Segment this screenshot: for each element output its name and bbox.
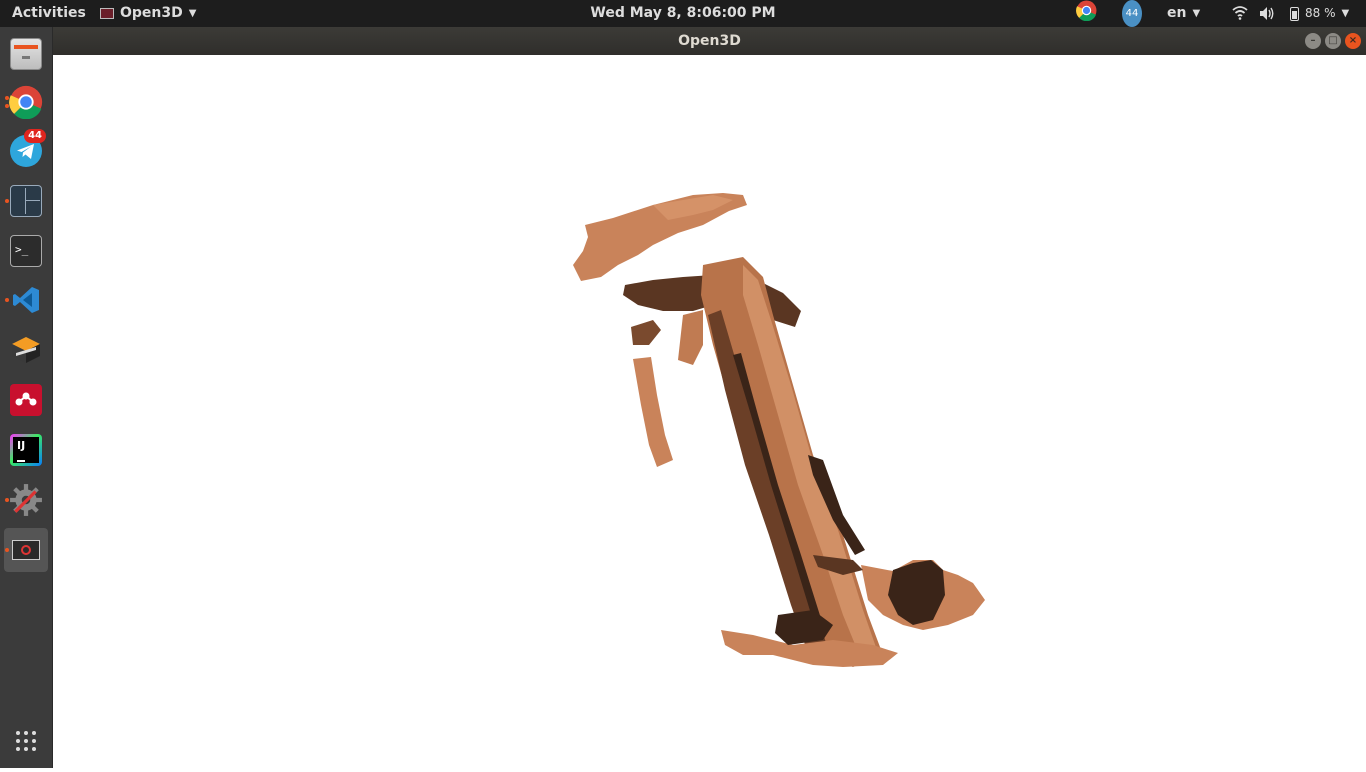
chrome-icon xyxy=(9,85,43,119)
point-cloud-render xyxy=(573,193,985,667)
dock-chrome[interactable] xyxy=(4,80,48,124)
dock-sublime-merge[interactable] xyxy=(4,328,48,372)
dock-vscode[interactable] xyxy=(4,278,48,322)
running-indicator xyxy=(5,199,9,203)
telegram-tray-icon[interactable]: 44 xyxy=(1122,0,1142,27)
open3d-window-icon xyxy=(12,540,40,560)
running-indicator xyxy=(5,298,9,302)
dock: 44 >_ IJ xyxy=(0,27,53,768)
dock-telegram[interactable]: 44 xyxy=(4,129,48,173)
running-indicator xyxy=(5,104,9,108)
dock-terminator[interactable] xyxy=(4,179,48,223)
minimize-icon[interactable]: – xyxy=(1305,33,1321,49)
dock-intellij[interactable]: IJ xyxy=(4,428,48,472)
running-indicator xyxy=(5,96,9,100)
dock-open3d[interactable] xyxy=(4,528,48,572)
app-menu[interactable]: Open3D ▼ xyxy=(100,0,196,27)
language-selector[interactable]: en ▼ xyxy=(1167,0,1200,27)
dock-terminal[interactable]: >_ xyxy=(4,229,48,273)
chevron-down-icon: ▼ xyxy=(1192,8,1201,19)
dock-settings[interactable] xyxy=(4,478,48,522)
open3d-app-icon xyxy=(100,8,114,19)
terminal-icon: >_ xyxy=(10,235,42,267)
point-cloud-segment xyxy=(631,320,661,345)
split-terminal-icon xyxy=(10,185,42,217)
dock-mendeley[interactable] xyxy=(4,378,48,422)
window-title: Open3D xyxy=(678,33,741,49)
intellij-icon: IJ xyxy=(10,434,42,466)
app-grid-icon[interactable] xyxy=(14,729,38,753)
battery-icon xyxy=(1290,6,1299,21)
wifi-icon[interactable] xyxy=(1232,0,1248,27)
clock: Wed May 8, 8:06:00 PM xyxy=(0,0,1366,27)
volume-icon[interactable] xyxy=(1259,0,1275,27)
maximize-icon[interactable]: □ xyxy=(1325,33,1341,49)
chevron-down-icon: ▼ xyxy=(1341,8,1350,19)
mendeley-icon xyxy=(10,384,42,416)
language-label: en xyxy=(1167,5,1187,21)
chrome-tray-icon[interactable] xyxy=(1076,0,1097,27)
clock-label[interactable]: Wed May 8, 8:06:00 PM xyxy=(590,5,775,21)
dock-files[interactable] xyxy=(4,32,48,76)
vscode-icon xyxy=(13,287,39,313)
window-titlebar[interactable]: Open3D – □ × xyxy=(53,27,1366,55)
point-cloud-segment xyxy=(678,310,703,365)
file-cabinet-icon xyxy=(10,38,42,70)
activities-button[interactable]: Activities xyxy=(12,0,86,27)
gear-icon xyxy=(10,484,42,516)
battery-indicator[interactable]: 88 % ▼ xyxy=(1290,0,1349,27)
box-icon xyxy=(12,337,40,363)
notification-badge: 44 xyxy=(24,129,46,143)
point-cloud-segment xyxy=(633,357,673,467)
running-indicator xyxy=(5,498,9,502)
battery-label: 88 % xyxy=(1305,6,1336,20)
top-panel: Activities Open3D ▼ Wed May 8, 8:06:00 P… xyxy=(0,0,1366,27)
chevron-down-icon: ▼ xyxy=(188,8,197,19)
running-indicator xyxy=(5,548,9,552)
open3d-viewport[interactable] xyxy=(53,55,1366,768)
app-menu-label: Open3D xyxy=(120,5,183,21)
close-icon[interactable]: × xyxy=(1345,33,1361,49)
